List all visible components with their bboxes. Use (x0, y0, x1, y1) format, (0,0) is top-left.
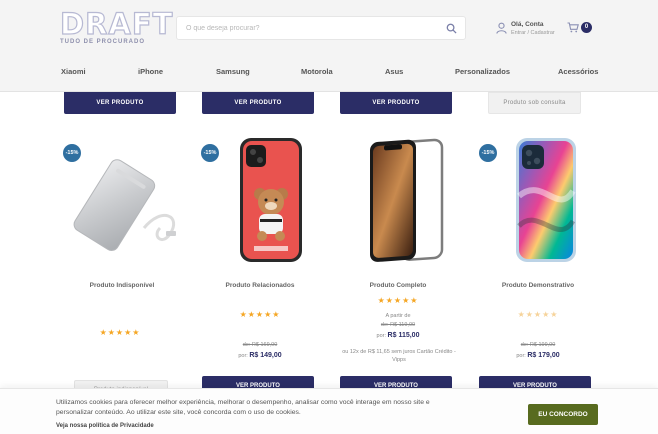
product-image-screen-protector[interactable] (348, 136, 458, 266)
price-current: por: R$ 179,00 (516, 352, 560, 359)
rating-stars: ★★★★★ (517, 310, 559, 319)
privacy-policy-link[interactable]: Veja nossa política de Privacidade (56, 423, 154, 429)
logo-tagline: TUDO DE PROCURADO (60, 39, 146, 45)
nav-item-asus[interactable]: Asus (385, 67, 403, 76)
rating-stars: ★★★★★ (377, 296, 419, 305)
installment-info: ou 12x de R$ 11,65 sem juros Cartão Créd… (342, 349, 456, 363)
cookie-consent-bar: Utilizamos cookies para oferecer melhor … (0, 388, 658, 434)
logo-text: DRAFT (59, 7, 174, 41)
product-card[interactable]: -15% Produto Indisponível ★★★★★ Produto … (58, 136, 186, 400)
nav-item-personalizados[interactable]: Personalizados (455, 67, 510, 76)
cart-count-badge: 0 (581, 22, 592, 33)
view-product-button[interactable]: VER PRODUTO (64, 92, 176, 114)
nav-item-iphone[interactable]: iPhone (138, 67, 163, 76)
accept-cookies-button[interactable]: EU CONCORDO (528, 404, 598, 425)
nav-item-acessorios[interactable]: Acessórios (558, 67, 598, 76)
category-nav: Xiaomi iPhone Samsung Motorola Asus Pers… (0, 62, 658, 82)
account-greeting: Olá, Conta (511, 21, 544, 28)
product-image-rainbow-case[interactable] (488, 136, 598, 266)
store-logo[interactable]: DRAFT TUDO DE PROCURADO (59, 7, 174, 46)
account-menu[interactable]: Olá, Conta Entrar / Cadastrar (496, 20, 566, 40)
product-name[interactable]: Produto Indisponível (58, 282, 186, 289)
view-product-button[interactable]: VER PRODUTO (202, 92, 314, 114)
nav-item-motorola[interactable]: Motorola (301, 67, 333, 76)
user-icon (496, 22, 507, 34)
product-name[interactable]: Produto Demonstrativo (474, 282, 602, 289)
product-card[interactable]: -15% Produto Relacionados ★★★★★ de: R$ 1… (196, 136, 324, 396)
product-name[interactable]: Produto Relacionados (196, 282, 324, 289)
product-image-phone-case[interactable] (210, 136, 320, 266)
nav-item-samsung[interactable]: Samsung (216, 67, 250, 76)
nav-item-xiaomi[interactable]: Xiaomi (61, 67, 86, 76)
search-bar (176, 16, 466, 40)
cart-button[interactable]: 0 (567, 21, 593, 35)
price-old: de: R$ 199,00 (520, 342, 556, 348)
price-old: de: R$ 119,00 (380, 322, 416, 328)
cart-icon (567, 22, 579, 33)
price-current: por: R$ 115,00 (376, 332, 420, 339)
search-input[interactable] (177, 17, 427, 40)
price-current: por: R$ 149,00 (238, 352, 282, 359)
search-icon[interactable] (446, 23, 457, 34)
price-from-label: A partir de (385, 313, 411, 319)
product-card[interactable]: Produto Completo ★★★★★ A partir de de: R… (334, 136, 462, 396)
rating-stars: ★★★★★ (239, 310, 281, 319)
product-card[interactable]: -15% Produto Demonstrativo ★★★★★ de: R$ … (474, 136, 602, 396)
product-image-powerbank[interactable] (72, 136, 182, 266)
price-old: de: R$ 169,00 (242, 342, 278, 348)
cookie-message: Utilizamos cookies para oferecer melhor … (56, 399, 430, 416)
site-header: DRAFT TUDO DE PROCURADO Olá, Conta Entra… (0, 0, 658, 92)
rating-stars: ★★★★★ (99, 328, 141, 337)
product-name[interactable]: Produto Completo (334, 282, 462, 289)
account-login-links[interactable]: Entrar / Cadastrar (511, 30, 555, 36)
view-product-button[interactable]: VER PRODUTO (340, 92, 452, 114)
product-on-request-button[interactable]: Produto sob consulta (488, 92, 581, 114)
